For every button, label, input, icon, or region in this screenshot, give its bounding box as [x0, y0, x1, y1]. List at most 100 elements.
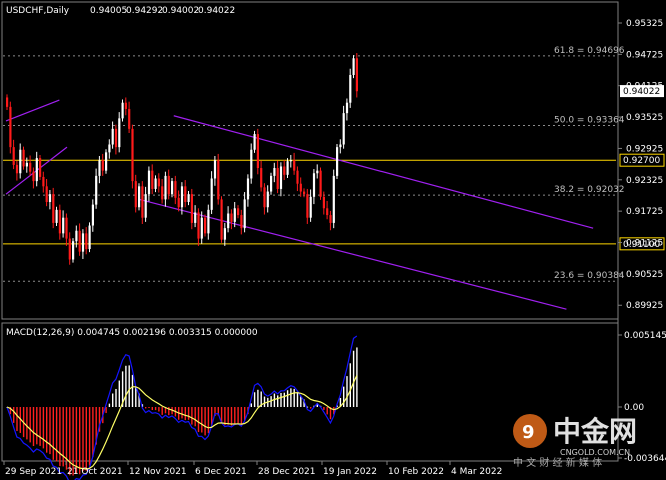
close-value: 0.94022 — [198, 6, 235, 16]
candle-body — [35, 158, 38, 182]
candle-body — [25, 162, 28, 167]
macd-histogram-bar — [16, 407, 18, 432]
macd-histogram-bar — [184, 407, 186, 421]
date-tick-label: 10 Feb 2022 — [388, 467, 444, 477]
candle-body — [326, 208, 329, 216]
macd-histogram-bar — [135, 387, 137, 408]
macd-histogram-bar — [49, 407, 51, 455]
candle-body — [121, 102, 124, 119]
candle-body — [293, 160, 296, 171]
candle-body — [98, 160, 101, 176]
macd-histogram-bar — [237, 407, 239, 424]
candle-body — [283, 166, 286, 175]
date-tick-label: 19 Jan 2022 — [323, 467, 377, 477]
candle-body — [233, 208, 236, 222]
macd-histogram-bar — [224, 407, 226, 426]
macd-histogram-bar — [158, 407, 160, 412]
macd-histogram-bar — [263, 396, 266, 408]
candle-body — [230, 213, 233, 222]
candle-body — [81, 233, 85, 252]
macd-histogram-bar — [234, 407, 236, 424]
fibonacci-label: 38.2 = 0.92032 — [554, 185, 625, 195]
macd-histogram-bar — [88, 407, 91, 466]
macd-histogram-bar — [82, 407, 84, 472]
candle-body — [78, 230, 81, 252]
candle-body — [19, 149, 22, 174]
macd-histogram-bar — [118, 380, 120, 408]
candle-body — [279, 166, 283, 189]
candle-body — [75, 230, 78, 242]
macd-histogram-bar — [59, 407, 61, 467]
candle-body — [65, 217, 68, 239]
candle-body — [322, 196, 325, 209]
macd-histogram-bar — [257, 389, 259, 408]
candle-body — [217, 160, 220, 200]
candle-body — [151, 170, 154, 189]
candle-body — [184, 186, 187, 203]
candle-body — [15, 164, 19, 174]
price-tick-label: 0.89925 — [626, 301, 663, 311]
candle-body — [349, 74, 352, 103]
candle-body — [32, 171, 35, 182]
candle-body — [210, 178, 213, 210]
svg-text:9: 9 — [522, 422, 535, 443]
price-tick-label: 0.92325 — [626, 176, 663, 186]
macd-histogram-bar — [201, 407, 203, 433]
open-value: 0.94005 — [90, 6, 127, 16]
candle-body — [62, 217, 65, 234]
candle-body — [114, 128, 118, 148]
candle-body — [154, 178, 157, 189]
macd-histogram-bar — [69, 407, 71, 476]
macd-histogram-bar — [240, 407, 243, 426]
macd-histogram-bar — [92, 407, 94, 457]
macd-histogram-bar — [115, 388, 117, 408]
macd-histogram-bar — [85, 407, 87, 471]
date-axis: 29 Sep 2021 21 Oct 2021 12 Nov 2021 6 Dec 2… — [3, 461, 502, 477]
candle-body — [204, 217, 207, 234]
date-tick-label: 21 Oct 2021 — [67, 467, 123, 477]
candle-body — [29, 162, 32, 172]
candle-body — [48, 194, 52, 203]
price-tick-label: 0.92925 — [626, 144, 663, 154]
macd-histogram-bar — [131, 374, 134, 408]
fibonacci-label: 50.0 = 0.93364 — [554, 115, 625, 125]
price-tick-label: 0.94725 — [626, 50, 663, 60]
macd-histogram-bar — [191, 407, 193, 425]
candle-body — [167, 175, 170, 195]
candle-body — [177, 197, 180, 208]
high-value: 0.94292 — [126, 6, 163, 16]
fibonacci-levels: 61.8 = 0.94696 50.0 = 0.93364 38.2 = 0.920… — [3, 46, 625, 282]
macd-histogram-bar — [128, 365, 130, 408]
candle-body — [147, 170, 151, 195]
watermark-sub: 中 文 财 经 新 媒 体 — [513, 456, 602, 469]
macd-tick-label: -0.003644 — [624, 454, 666, 464]
macd-histogram-bar — [187, 407, 190, 420]
candle-body — [141, 186, 144, 218]
candle-body — [52, 194, 55, 223]
macd-histogram-bar — [283, 392, 285, 408]
macd-histogram-bar — [148, 407, 150, 409]
macd-histogram-bar — [323, 407, 325, 410]
candle-body — [105, 152, 108, 171]
candle-body — [319, 170, 322, 197]
macd-tick-label: 0.005145 — [624, 331, 666, 341]
candle-body — [45, 186, 48, 203]
price-tick-label: 0.95325 — [626, 19, 663, 29]
channel-line — [139, 198, 567, 310]
price-tick-label: 0.93525 — [626, 113, 663, 123]
candle-body — [91, 204, 94, 226]
macd-histogram-bar — [326, 407, 328, 415]
candle-body — [6, 97, 9, 107]
candle-body — [332, 175, 335, 223]
macd-histogram-bar — [108, 403, 111, 408]
macd-histogram-bar — [227, 407, 229, 425]
macd-histogram-bar — [197, 407, 200, 433]
candle-body — [55, 209, 58, 223]
macd-histogram-bar — [194, 407, 196, 427]
macd-histogram-bar — [296, 391, 299, 408]
candle-body — [180, 186, 184, 208]
macd-histogram-bar — [79, 407, 81, 475]
macd-histogram-bar — [293, 388, 295, 408]
candle-body — [237, 208, 240, 216]
watermark-url: CNGOLD.COM.CN — [560, 448, 630, 457]
